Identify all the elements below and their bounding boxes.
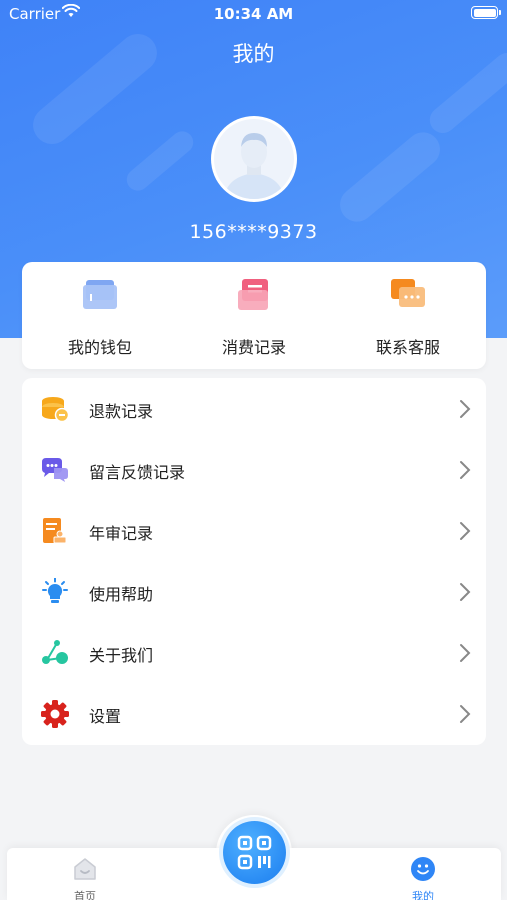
clock: 10:34 AM (213, 5, 294, 23)
user-phone: 156****9373 (189, 221, 318, 243)
quick-actions-card: 我的钱包 消费记录 联系客服 (22, 262, 486, 369)
chevron-right-icon (460, 461, 471, 479)
menu-item-help[interactable]: 使用帮助 (22, 561, 486, 622)
menu-item-feedback-records[interactable]: 留言反馈记录 (22, 439, 486, 500)
tab-mine-label: 我的 (412, 890, 434, 900)
menu-item-about-us[interactable]: 关于我们 (22, 622, 486, 683)
qr-scan-button[interactable] (223, 821, 286, 884)
chevron-right-icon (460, 705, 471, 723)
menu-list: 退款记录 留言反馈记录 年审记录 使用帮助 关于我们 设置 (22, 378, 486, 745)
consumption-records-button[interactable]: 消费记录 (177, 262, 331, 369)
header-decoration (122, 126, 198, 196)
avatar[interactable] (211, 116, 297, 202)
chevron-right-icon (460, 522, 471, 540)
avatar-person-icon (214, 119, 294, 199)
lightbulb-icon (42, 578, 68, 603)
tab-mine[interactable]: 我的 (393, 852, 453, 900)
user-smile-icon (411, 857, 435, 881)
gear-icon (41, 700, 69, 728)
menu-item-annual-review-records[interactable]: 年审记录 (22, 500, 486, 561)
customer-service-button[interactable]: 联系客服 (331, 262, 485, 369)
customer-service-label: 联系客服 (375, 338, 440, 357)
chat-bubbles-icon (391, 279, 425, 307)
page-title: 我的 (232, 42, 275, 66)
qr-scan-icon (237, 835, 272, 870)
status-bar: Carrier 10:34 AM (0, 0, 507, 28)
wallet-icon (83, 280, 117, 309)
menu-label: 留言反馈记录 (89, 463, 186, 482)
receipt-icon (238, 279, 268, 310)
coin-stack-icon (42, 397, 70, 423)
consumption-records-label: 消费记录 (221, 338, 286, 357)
chevron-right-icon (460, 583, 471, 601)
menu-label: 使用帮助 (89, 585, 154, 604)
header-decoration (333, 125, 447, 229)
wallet-label: 我的钱包 (67, 338, 132, 357)
message-bubbles-icon (42, 458, 68, 482)
menu-label: 退款记录 (89, 402, 154, 421)
wallet-button[interactable]: 我的钱包 (23, 262, 177, 369)
battery-icon (471, 6, 501, 19)
chevron-right-icon (460, 400, 471, 418)
network-nodes-icon (42, 640, 68, 664)
chevron-right-icon (460, 644, 471, 662)
menu-item-settings[interactable]: 设置 (22, 683, 486, 744)
tab-home-label: 首页 (74, 890, 96, 900)
menu-label: 设置 (89, 707, 122, 726)
document-stamp-icon (43, 518, 67, 544)
tab-home[interactable]: 首页 (55, 852, 115, 900)
home-icon (74, 858, 96, 880)
menu-item-refund-records[interactable]: 退款记录 (22, 378, 486, 439)
menu-label: 关于我们 (89, 646, 154, 665)
menu-label: 年审记录 (89, 524, 154, 543)
